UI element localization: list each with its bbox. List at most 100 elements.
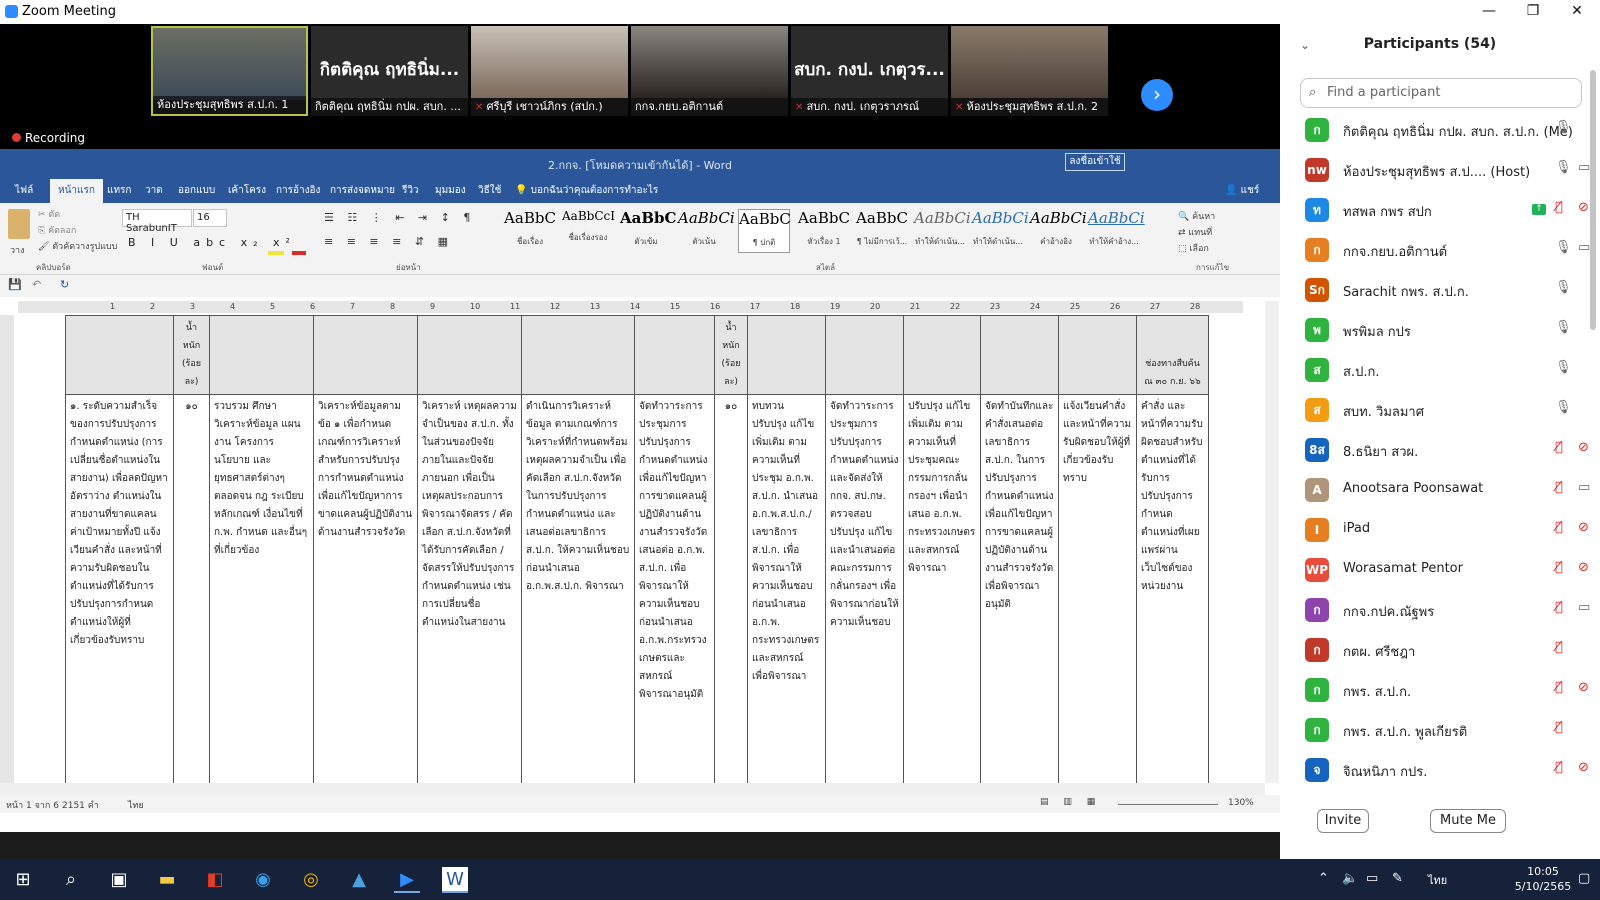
photos-icon[interactable]: ▲: [346, 867, 372, 893]
office-icon[interactable]: ◧: [202, 867, 228, 893]
share-button[interactable]: 👤 แชร์: [1225, 183, 1259, 198]
tab-insert[interactable]: แทรก: [107, 183, 131, 198]
network-icon[interactable]: ▭: [1366, 871, 1378, 886]
mic-muted-icon[interactable]: 🎙̸: [1555, 720, 1563, 735]
video-tile[interactable]: กกจ.กยบ.อติกานต์: [631, 26, 788, 116]
style-heading1[interactable]: AaBbC หัวเรื่อง 1: [798, 209, 850, 253]
tab-view[interactable]: มุมมอง: [435, 183, 466, 198]
participant-row[interactable]: WP Worasamat Pentor 🎙̸ ⊘: [1300, 550, 1589, 590]
word-taskbar-icon[interactable]: W: [442, 867, 468, 893]
camera-icon[interactable]: ▭: [1578, 600, 1590, 615]
camera-off-icon[interactable]: ⊘: [1578, 200, 1589, 215]
highlight-color-icon[interactable]: [268, 251, 284, 255]
camera-off-icon[interactable]: ⊘: [1578, 680, 1589, 695]
mic-icon[interactable]: 🎙: [1555, 280, 1572, 295]
undo-icon[interactable]: ↶: [32, 278, 41, 291]
vertical-scrollbar[interactable]: [1265, 301, 1279, 783]
mic-icon[interactable]: 🎙: [1555, 240, 1572, 255]
mic-muted-icon[interactable]: 🎙̸: [1555, 480, 1563, 495]
system-clock[interactable]: 10:05 5/10/2565: [1513, 864, 1573, 894]
next-page-icon[interactable]: ›: [1141, 79, 1173, 111]
mic-muted-icon[interactable]: 🎙̸: [1555, 640, 1563, 655]
maximize-button[interactable]: ❐: [1510, 0, 1556, 24]
copy-button[interactable]: ⎘ คัดลอก: [38, 223, 76, 237]
tab-design[interactable]: ออกแบบ: [178, 183, 215, 198]
cut-button[interactable]: ✂ ตัด: [38, 207, 60, 221]
style-subtle-emphasis[interactable]: AaBbCi ทำให้ดำเน้น...: [914, 209, 971, 253]
participant-row[interactable]: 8ส 8.ธนิยา สวผ. 🎙̸ ⊘: [1300, 430, 1589, 470]
participant-row[interactable]: จ จิณหนิภา กปร. 🎙̸ ⊘: [1300, 750, 1589, 790]
minimize-button[interactable]: —: [1466, 0, 1512, 24]
redo-icon[interactable]: ↻: [60, 278, 69, 291]
camera-icon[interactable]: ▭: [1578, 480, 1590, 495]
app-icon[interactable]: ▣: [106, 867, 132, 893]
participant-row[interactable]: ส สบท. วิมลมาศ 🎙: [1300, 390, 1582, 430]
participant-row[interactable]: ก กิตติคุณ ฤทธินิ่ม กปผ. สบก. ส.ป.ก. (Me)…: [1300, 110, 1582, 150]
paste-icon[interactable]: [8, 209, 30, 239]
mic-muted-icon[interactable]: 🎙̸: [1555, 560, 1563, 575]
zoom-slider[interactable]: [1118, 804, 1218, 805]
language-indicator[interactable]: ไทย: [128, 798, 144, 812]
style-title[interactable]: AaBbC ชื่อเรื่อง: [504, 209, 556, 253]
tray-chevron-icon[interactable]: ⌃: [1318, 871, 1329, 886]
volume-icon[interactable]: 🔈: [1342, 871, 1358, 886]
tab-home[interactable]: หน้าแรก: [50, 179, 103, 203]
tell-me-search[interactable]: 💡 บอกฉันว่าคุณต้องการทำอะไร: [515, 183, 658, 198]
save-icon[interactable]: 💾: [8, 278, 22, 291]
format-painter-button[interactable]: 🖌 ตัวคัดวางรูปแบบ: [38, 239, 117, 253]
page-count[interactable]: หน้า 1 จาก 6: [6, 798, 59, 812]
video-tile[interactable]: ห้องประชุมสุทธิพร ส.ป.ก. 1: [151, 26, 308, 116]
mic-icon[interactable]: 🎙: [1555, 160, 1572, 175]
mic-icon[interactable]: 🎙: [1555, 400, 1572, 415]
camera-off-icon[interactable]: ⊘: [1578, 560, 1589, 575]
mic-muted-icon[interactable]: 🎙̸: [1555, 440, 1563, 455]
edge-icon[interactable]: ◉: [250, 867, 276, 893]
video-tile[interactable]: สบก. กงป. เกตุวร... ✕ สบก. กงป. เกตุวราภ…: [791, 26, 948, 116]
font-color-icon[interactable]: [292, 251, 306, 255]
participant-row[interactable]: ก กพร. ส.ป.ก. พูลเกียรติ 🎙̸: [1300, 710, 1582, 750]
style-intense-quote[interactable]: AaBbCi ทำให้คำอ้าง...: [1088, 209, 1145, 253]
chrome-icon[interactable]: ◎: [298, 867, 324, 893]
mute-me-button[interactable]: Mute Me: [1430, 809, 1506, 833]
sign-in-button[interactable]: ลงชื่อเข้าใช้: [1065, 153, 1125, 171]
mic-icon[interactable]: 🎙: [1555, 320, 1572, 335]
file-explorer-icon[interactable]: ▬: [154, 867, 180, 893]
align-buttons[interactable]: ≡ ≡ ≡ ≡ ⇵ ▦: [324, 235, 453, 248]
zoom-taskbar-icon[interactable]: ▶: [394, 867, 420, 893]
participant-search-input[interactable]: ⌕ Find a participant: [1300, 78, 1582, 108]
font-format-buttons[interactable]: B I U abc x₂ x²: [128, 236, 296, 249]
participants-scrollbar[interactable]: [1590, 70, 1596, 330]
participant-row[interactable]: Sก Sarachit กพร. ส.ป.ก. 🎙: [1300, 270, 1582, 310]
horizontal-scrollbar[interactable]: [0, 783, 1265, 795]
style-quote[interactable]: AaBbCi คำอ้างอิง: [1030, 209, 1087, 253]
style-intense-emphasis[interactable]: AaBbCi ทำให้ดำเน้น...: [972, 209, 1029, 253]
tab-help[interactable]: วิธีใช้: [478, 183, 501, 198]
document-page[interactable]: น้ำหนัก (ร้อยละ) น้ำหนัก (ร้อยละ) ช่องทา…: [18, 315, 1240, 783]
style-normal[interactable]: AaBbC ¶ ปกติ: [738, 209, 791, 253]
participant-row[interactable]: nw ห้องประชุมสุทธิพร ส.ป.... (Host) 🎙 ▭: [1300, 150, 1590, 190]
mic-muted-icon[interactable]: 🎙̸: [1555, 680, 1563, 695]
mic-muted-icon[interactable]: 🎙̸: [1555, 760, 1563, 775]
mic-muted-icon[interactable]: 🎙̸: [1555, 600, 1563, 615]
mic-muted-icon[interactable]: 🎙̸: [1555, 200, 1563, 215]
video-tile[interactable]: ✕ ห้องประชุมสุทธิพร ส.ป.ก. 2: [951, 26, 1108, 116]
replace-button[interactable]: ⇄ แทนที่: [1178, 225, 1212, 239]
invite-button[interactable]: Invite: [1317, 809, 1369, 833]
video-tile[interactable]: กิตติคุณ ฤทธินิ่ม... กิตติคุณ ฤทธินิ่ม ก…: [311, 26, 468, 116]
participant-row[interactable]: ส ส.ป.ก. 🎙: [1300, 350, 1582, 390]
camera-icon[interactable]: ▭: [1578, 160, 1590, 175]
camera-off-icon[interactable]: ⊘: [1578, 440, 1589, 455]
view-buttons[interactable]: ▤ ▥ ▦: [1040, 797, 1101, 807]
pen-icon[interactable]: ✎: [1392, 871, 1403, 886]
tab-layout[interactable]: เค้าโครง: [228, 183, 266, 198]
list-buttons[interactable]: ☰ ☷ ⋮ ⇤ ⇥ ↕ ¶: [324, 211, 475, 224]
input-language[interactable]: ไทย: [1428, 871, 1447, 889]
style-subtitle[interactable]: AaBbCcI ชื่อเรื่องรอง: [562, 209, 615, 253]
notifications-icon[interactable]: ▢: [1578, 871, 1590, 886]
search-icon[interactable]: ⌕: [58, 867, 84, 893]
tab-mailings[interactable]: การส่งจดหมาย: [330, 183, 395, 198]
mic-icon[interactable]: 🎙: [1555, 360, 1572, 375]
participant-row[interactable]: ก กกจ.กยบ.อติกานต์ 🎙 ▭: [1300, 230, 1590, 270]
tab-references[interactable]: การอ้างอิง: [276, 183, 320, 198]
participant-row[interactable]: ก กพร. ส.ป.ก. 🎙̸ ⊘: [1300, 670, 1589, 710]
